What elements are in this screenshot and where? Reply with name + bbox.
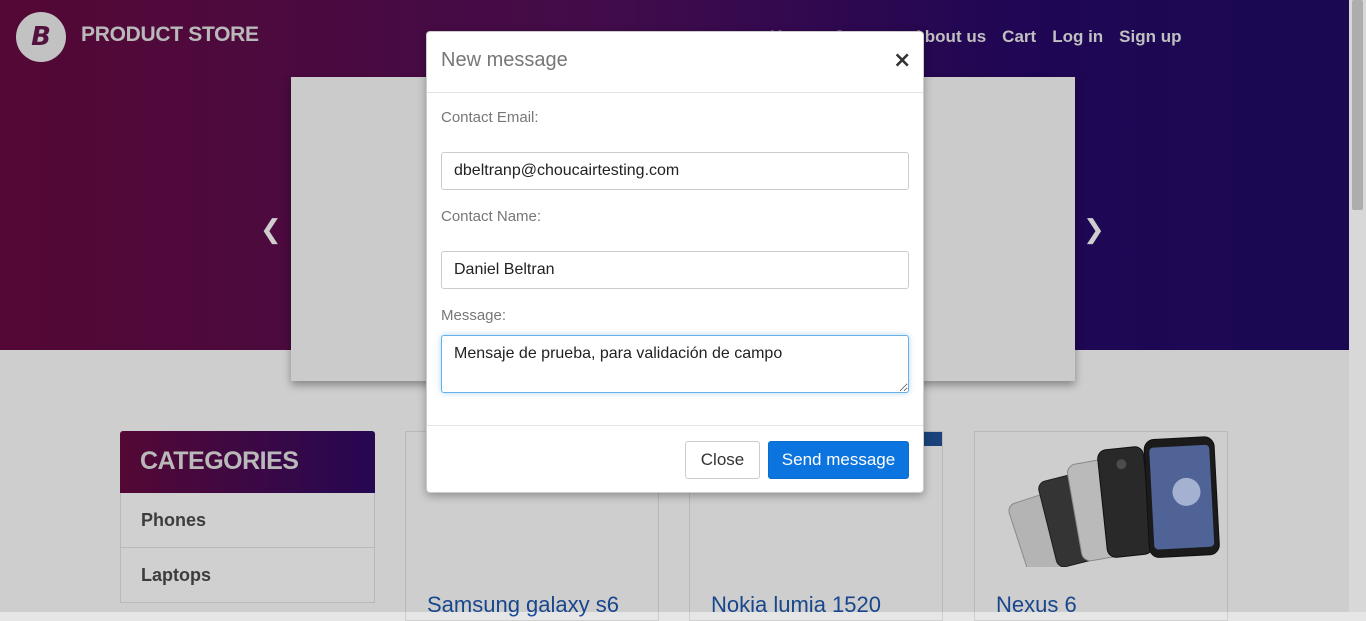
new-message-modal: New message × Contact Email: Contact Nam…	[426, 31, 924, 493]
message-textarea[interactable]: Mensaje de prueba, para validación de ca…	[441, 335, 909, 393]
send-message-button[interactable]: Send message	[768, 441, 909, 479]
contact-email-field[interactable]	[441, 152, 909, 190]
contact-name-field[interactable]	[441, 251, 909, 289]
modal-footer: Close Send message	[427, 425, 923, 494]
modal-title: New message	[441, 49, 568, 71]
contact-email-label: Contact Email:	[441, 109, 539, 126]
modal-header: New message ×	[427, 32, 923, 93]
close-button[interactable]: Close	[685, 441, 760, 479]
message-label: Message:	[441, 307, 507, 324]
close-icon[interactable]: ×	[893, 48, 911, 73]
contact-name-label: Contact Name:	[441, 208, 542, 225]
